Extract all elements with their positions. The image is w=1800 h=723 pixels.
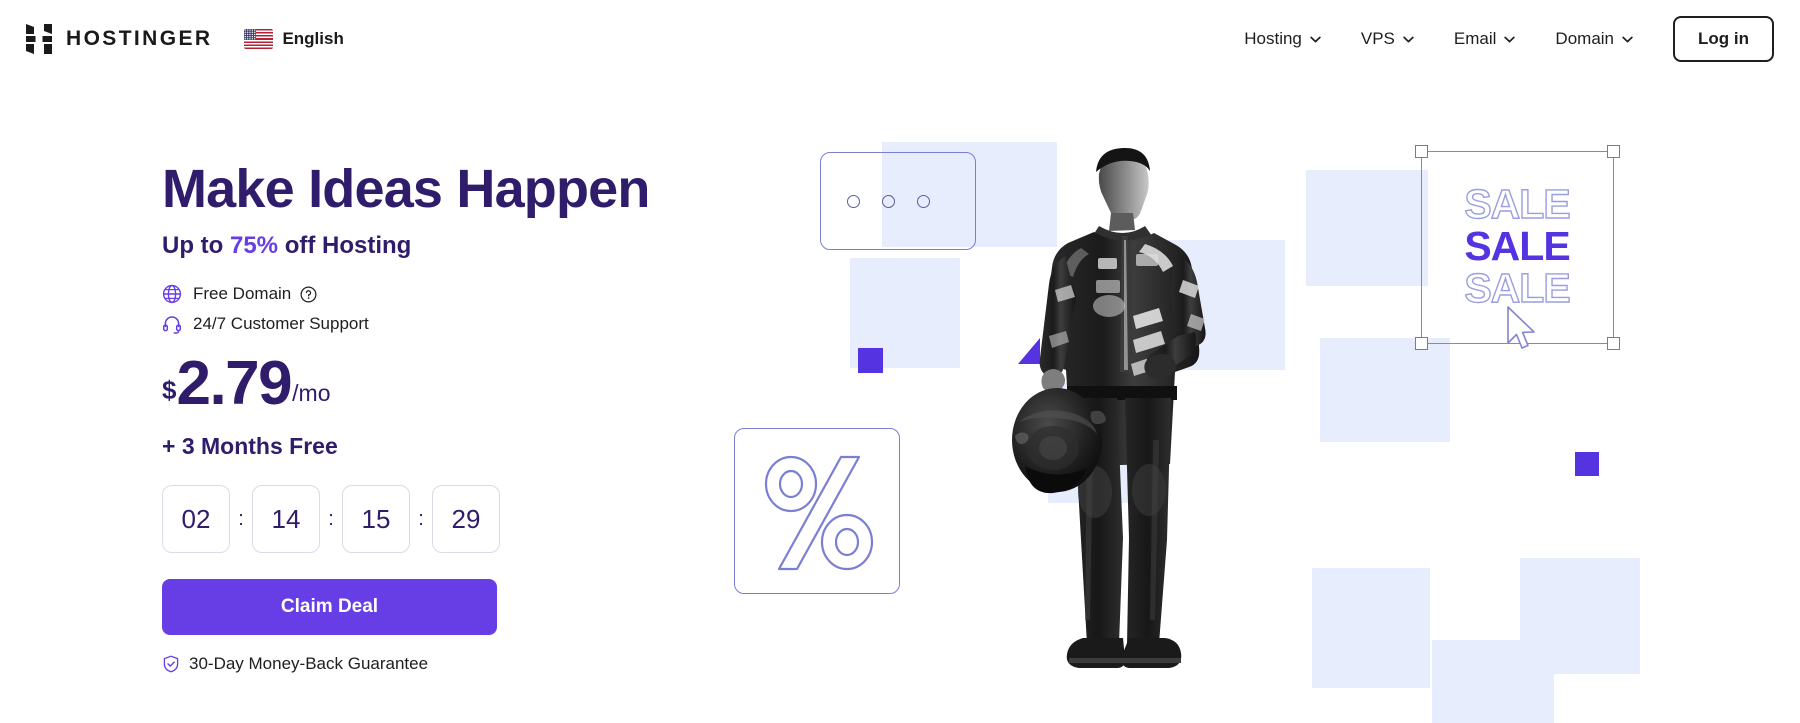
dots-group	[847, 195, 930, 208]
countdown-days: 02	[162, 485, 230, 554]
countdown-separator: :	[328, 507, 334, 530]
nav-label-domain: Domain	[1555, 29, 1615, 48]
selection-handle[interactable]	[1607, 337, 1620, 350]
feature-list: Free Domain 24/7 Customer Support	[162, 284, 722, 335]
sale-word-middle: SALE	[1464, 223, 1570, 270]
chevron-down-icon	[1622, 36, 1633, 42]
percent-symbol-icon	[764, 455, 874, 571]
percent-symbol-card	[734, 428, 900, 594]
feature-label-free-domain: Free Domain	[193, 284, 292, 304]
question-circle-icon[interactable]	[300, 286, 317, 303]
countdown-seconds: 29	[432, 485, 500, 554]
decor-square	[1312, 568, 1430, 688]
shield-check-icon	[163, 655, 179, 673]
login-button[interactable]: Log in	[1673, 16, 1774, 62]
countdown-separator: :	[418, 507, 424, 530]
countdown-timer: 02 : 14 : 15 : 29	[162, 485, 722, 554]
dot-icon	[882, 195, 895, 208]
decor-square	[1520, 558, 1640, 674]
accent-square	[858, 348, 883, 373]
us-flag-icon	[244, 29, 274, 49]
claim-deal-button[interactable]: Claim Deal	[162, 579, 497, 636]
nav-label-vps: VPS	[1360, 29, 1395, 48]
subtitle-suffix: off Hosting	[278, 232, 412, 260]
decor-square	[1306, 170, 1428, 286]
brand-wordmark: HOSTINGER	[66, 27, 213, 50]
site-header: HOSTINGER English Hosting VPS Email Doma…	[0, 0, 1800, 78]
three-dots-card	[820, 152, 976, 250]
headset-icon	[162, 316, 182, 335]
sale-word-bottom: SALE	[1464, 264, 1572, 311]
countdown-minutes: 15	[342, 485, 410, 554]
hostinger-h-logo-icon	[26, 24, 52, 54]
hero-subtitle: Up to 75% off Hosting	[162, 232, 722, 260]
price-currency: $	[162, 375, 177, 406]
countdown-hours: 14	[252, 485, 320, 554]
price-period: /mo	[292, 380, 331, 407]
discount-percent: 75%	[229, 232, 279, 260]
price-amount: 2.79	[176, 349, 292, 419]
subtitle-prefix: Up to	[162, 232, 230, 260]
main-navigation: Hosting VPS Email Domain Log in	[1244, 16, 1774, 62]
selection-handle[interactable]	[1415, 337, 1428, 350]
globe-icon	[162, 285, 182, 304]
page-title: Make Ideas Happen	[162, 159, 650, 219]
hero-illustration: SALE SALE SALE	[734, 140, 1740, 723]
feature-free-domain: Free Domain	[162, 284, 722, 304]
chevron-down-icon	[1504, 36, 1516, 42]
nav-item-vps[interactable]: VPS	[1361, 23, 1414, 55]
racing-driver-photo	[1012, 147, 1206, 668]
nav-label-hosting: Hosting	[1244, 29, 1302, 48]
dot-icon	[917, 195, 930, 208]
feature-customer-support: 24/7 Customer Support	[162, 314, 722, 335]
nav-label-email: Email	[1453, 29, 1497, 48]
money-back-guarantee: 30-Day Money-Back Guarantee	[162, 654, 722, 674]
chevron-down-icon	[1403, 36, 1414, 42]
language-label: English	[282, 29, 344, 48]
selection-handle[interactable]	[1607, 145, 1620, 158]
countdown-separator: :	[238, 507, 244, 530]
sale-word-stack: SALE SALE SALE	[1437, 167, 1597, 327]
brand-logo[interactable]: HOSTINGER	[26, 24, 212, 54]
nav-item-hosting[interactable]: Hosting	[1244, 23, 1321, 55]
hostinger-landing-page: HOSTINGER English Hosting VPS Email Doma…	[0, 0, 1800, 723]
feature-label-customer-support: 24/7 Customer Support	[193, 314, 369, 334]
selection-handle[interactable]	[1415, 145, 1428, 158]
sale-word-top: SALE	[1464, 181, 1572, 228]
decor-square	[1320, 338, 1450, 442]
nav-item-email[interactable]: Email	[1454, 23, 1516, 55]
bonus-months-label: + 3 Months Free	[162, 433, 338, 460]
dot-icon	[847, 195, 860, 208]
hero-content: Make Ideas Happen Up to 75% off Hosting …	[162, 160, 722, 674]
price-display: $ 2.79 /mo	[162, 349, 722, 419]
language-selector[interactable]: English	[244, 29, 344, 49]
accent-square	[1575, 452, 1599, 476]
mouse-pointer-icon	[1507, 306, 1535, 349]
nav-item-domain[interactable]: Domain	[1555, 23, 1633, 55]
guarantee-label: 30-Day Money-Back Guarantee	[189, 654, 429, 674]
chevron-down-icon	[1310, 36, 1321, 42]
